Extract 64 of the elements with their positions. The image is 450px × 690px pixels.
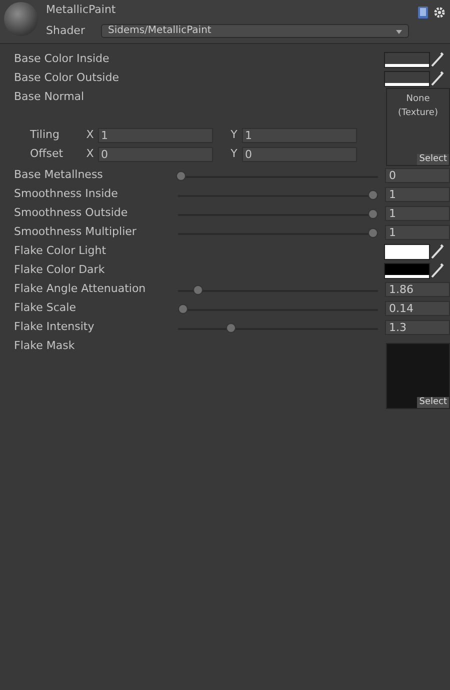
property-label: Flake Intensity — [14, 319, 96, 336]
value-field[interactable]: 1 — [385, 187, 450, 202]
slider-thumb[interactable] — [368, 190, 378, 200]
shader-label: Shader — [46, 22, 85, 38]
texture-slot[interactable]: Select — [386, 343, 450, 409]
axis-label: X — [85, 146, 95, 162]
axis-label: X — [85, 127, 95, 144]
slider-track[interactable] — [178, 206, 378, 220]
color-swatch[interactable] — [384, 52, 430, 68]
value-field[interactable]: 0.14 — [385, 301, 450, 316]
property-label: Flake Mask — [14, 338, 76, 354]
slider-thumb[interactable] — [178, 304, 188, 314]
number-field[interactable]: 1 — [98, 128, 213, 143]
field-label: Offset — [30, 146, 64, 162]
material-preview-icon — [4, 2, 38, 36]
value-field[interactable]: 1 — [385, 206, 450, 221]
property-label: Flake Color Light — [14, 243, 108, 260]
property-label: Base Metallness — [14, 167, 104, 184]
property-label: Flake Scale — [14, 300, 77, 316]
property-label: Smoothness Inside — [14, 186, 119, 202]
book-icon[interactable] — [417, 6, 429, 19]
slider-track[interactable] — [178, 168, 378, 182]
property-label: Flake Angle Attenuation — [14, 281, 147, 298]
slider-track[interactable] — [178, 282, 378, 296]
eyedropper-icon[interactable] — [430, 70, 444, 86]
select-button[interactable]: Select — [417, 397, 449, 408]
property-label: Base Color Inside — [14, 51, 110, 68]
color-swatch[interactable] — [384, 244, 430, 260]
texture-slot[interactable]: None (Texture) Select — [386, 88, 450, 166]
axis-label: Y — [230, 127, 238, 144]
slider-thumb[interactable] — [226, 322, 236, 332]
slider-thumb[interactable] — [176, 170, 186, 180]
texture-placeholder: None (Texture) — [398, 94, 438, 118]
caret-icon — [396, 30, 402, 34]
property-label: Flake Color Dark — [14, 262, 106, 278]
value-field[interactable]: 1 — [385, 225, 450, 240]
eyedropper-icon[interactable] — [430, 244, 444, 260]
axis-label: Y — [230, 146, 238, 162]
value-field[interactable]: 0 — [385, 168, 450, 183]
property-label: Base Color Outside — [14, 70, 120, 86]
field-label: Tiling — [30, 127, 61, 144]
material-title: MetallicPaint — [46, 2, 117, 18]
property-label: Base Normal — [14, 89, 86, 106]
eyedropper-icon[interactable] — [430, 262, 444, 278]
eyedropper-icon[interactable] — [430, 52, 444, 68]
number-field[interactable]: 1 — [242, 128, 357, 143]
value-field[interactable]: 1.3 — [385, 320, 450, 335]
color-swatch[interactable] — [384, 70, 430, 86]
slider-track[interactable] — [178, 188, 378, 202]
color-swatch[interactable] — [384, 262, 430, 278]
property-label: Smoothness Multiplier — [14, 224, 138, 240]
select-button[interactable]: Select — [417, 154, 449, 165]
number-field[interactable]: 0 — [98, 147, 213, 162]
slider-thumb[interactable] — [368, 228, 378, 238]
value-field[interactable]: 1.86 — [385, 282, 450, 297]
slider-thumb[interactable] — [193, 284, 204, 294]
slider-track[interactable] — [178, 226, 378, 240]
slider-thumb[interactable] — [368, 208, 378, 218]
shader-dropdown[interactable]: Sidems/MetallicPaint — [100, 24, 409, 38]
slider-track[interactable] — [178, 302, 378, 316]
slider-track[interactable] — [178, 320, 378, 334]
property-label: Smoothness Outside — [14, 205, 129, 222]
number-field[interactable]: 0 — [242, 147, 357, 162]
settings-icon[interactable] — [433, 6, 446, 19]
